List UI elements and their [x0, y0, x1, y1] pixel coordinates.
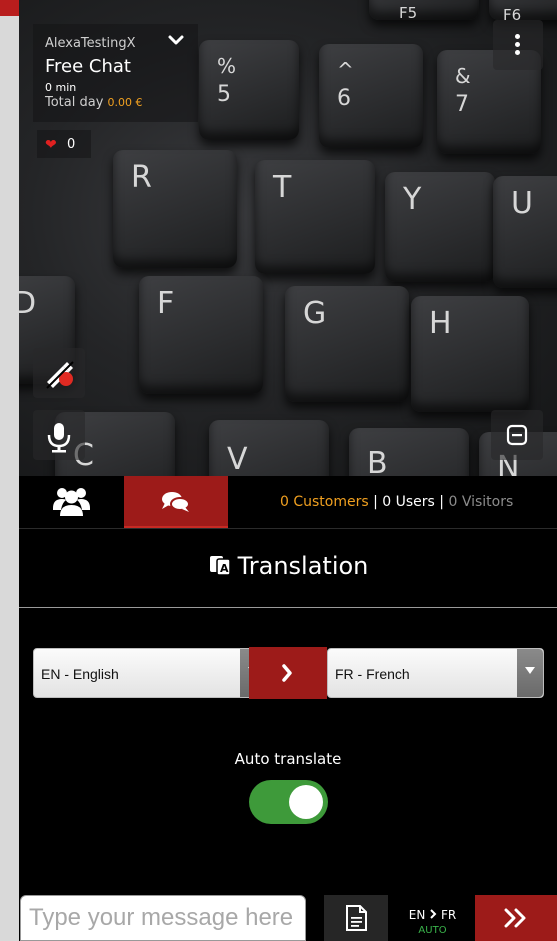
video-key: H: [411, 296, 529, 412]
camera-off-icon: [33, 361, 85, 402]
video-key: T: [255, 160, 375, 274]
likes-counter: ❤ 0: [37, 130, 91, 158]
video-key: F5: [369, 0, 479, 22]
language-direction-button[interactable]: [249, 647, 327, 699]
divider: [19, 607, 557, 608]
translation-title-text: Translation: [237, 552, 369, 580]
audience-counts: 0 Customers | 0 Users | 0 Visitors: [280, 494, 513, 510]
tab-bar: 0 Customers | 0 Users | 0 Visitors: [19, 476, 557, 529]
username: AlexaTestingX: [45, 36, 136, 51]
video-key: Y: [385, 172, 495, 282]
double-chevron-right-icon: [475, 908, 557, 941]
total-day-amount: 0.00 €: [107, 96, 143, 109]
document-button[interactable]: [324, 895, 388, 941]
auto-translate-label: Auto translate: [234, 750, 342, 768]
customers-count: 0 Customers: [280, 494, 369, 510]
video-stream: F5 F6 %5 ^6 &7 R T Y U D F G H C V B N A…: [19, 0, 557, 476]
target-language-select[interactable]: FR - French: [327, 648, 544, 698]
video-key: R: [113, 150, 237, 268]
chevron-right-icon: [249, 664, 327, 703]
corner-mark: [0, 0, 19, 16]
translation-mode: AUTO: [418, 925, 447, 936]
video-key: % 5: [199, 40, 299, 140]
message-input[interactable]: [20, 895, 306, 941]
video-key: B: [349, 428, 469, 476]
pair-from: EN: [408, 908, 426, 922]
left-edge-strip: [0, 0, 19, 941]
minimize-icon: [491, 424, 543, 464]
chat-bubbles-icon: [124, 492, 228, 530]
tab-chat[interactable]: [124, 476, 228, 528]
translation-title: A Translation: [19, 552, 557, 583]
source-language-select[interactable]: EN - English: [33, 648, 267, 698]
target-language-value: FR - French: [335, 666, 410, 682]
app: F5 F6 %5 ^6 &7 R T Y U D F G H C V B N A…: [19, 0, 557, 941]
total-day-label: Total day: [45, 95, 104, 110]
microphone-icon: [33, 423, 85, 464]
minimize-button[interactable]: [491, 410, 543, 460]
toggle-knob: [289, 785, 323, 819]
total-day: Total day 0.00 €: [45, 95, 143, 110]
tab-users[interactable]: [19, 476, 124, 528]
chevron-down-icon[interactable]: [167, 32, 185, 50]
video-key: U: [493, 176, 557, 288]
translation-mode-indicator[interactable]: EN FR AUTO: [390, 895, 475, 941]
chevron-right-icon: [429, 908, 437, 922]
likes-count: 0: [67, 137, 76, 152]
source-language-value: EN - English: [41, 666, 119, 682]
microphone-button[interactable]: [33, 410, 85, 460]
video-key: F: [139, 276, 263, 394]
visitors-count: 0 Visitors: [448, 494, 514, 510]
users-count: 0 Users: [382, 494, 435, 510]
language-pair: EN FR: [390, 908, 475, 922]
separator: |: [439, 494, 445, 510]
camera-toggle-button[interactable]: [33, 348, 85, 398]
pair-to: FR: [440, 908, 457, 922]
video-key: G: [285, 286, 409, 402]
more-menu-button[interactable]: [493, 20, 543, 70]
video-key: ^ 6: [319, 44, 423, 148]
chevron-down-icon: [517, 649, 543, 697]
users-icon: [19, 488, 124, 532]
video-key: V: [209, 420, 329, 476]
document-icon: [324, 905, 388, 941]
video-key: F6: [489, 0, 557, 24]
send-button[interactable]: [475, 895, 557, 941]
heart-icon: ❤: [45, 137, 57, 153]
chat-type: Free Chat: [45, 56, 131, 77]
separator: |: [373, 494, 378, 510]
auto-translate-toggle[interactable]: [249, 780, 328, 824]
svg-text:A: A: [220, 562, 229, 575]
chat-duration: 0 min: [45, 81, 77, 94]
translate-icon: A: [208, 553, 232, 583]
